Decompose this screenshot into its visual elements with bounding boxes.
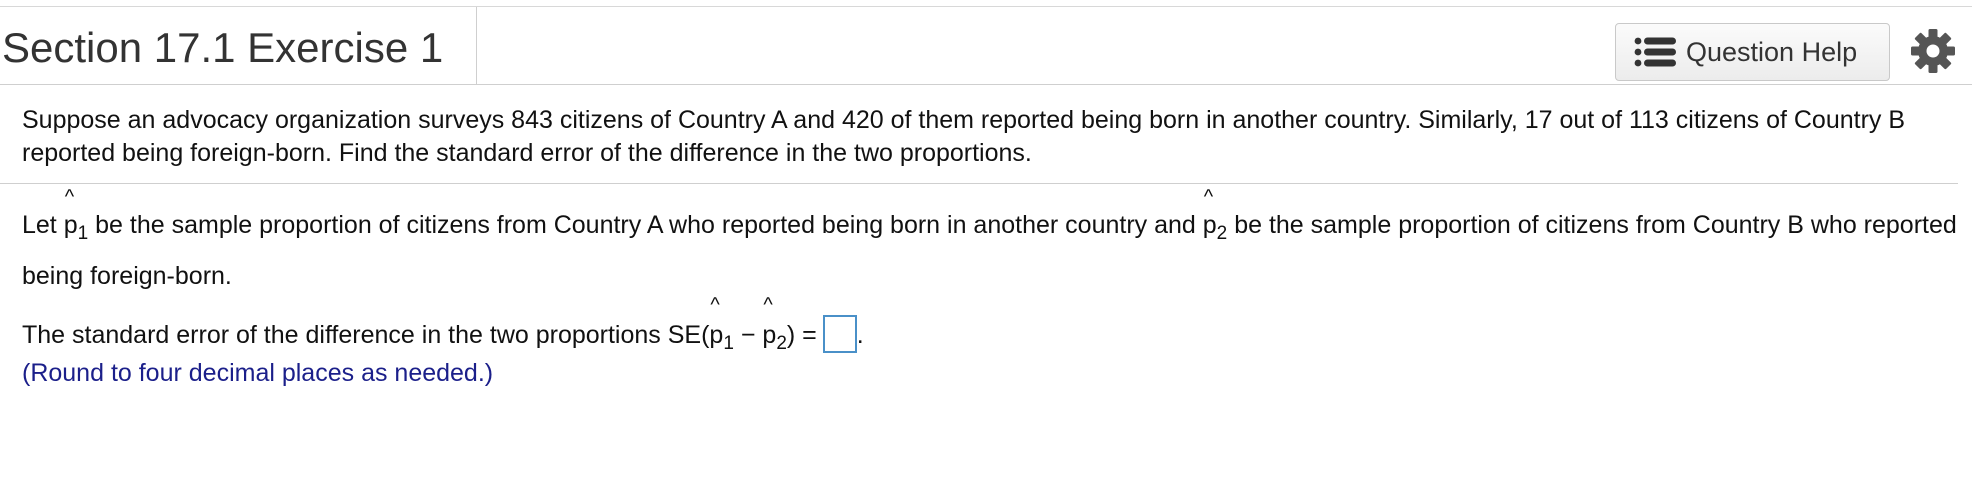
let-word: Let bbox=[22, 211, 57, 239]
minus-sign: − bbox=[740, 321, 756, 349]
p-hat-2-symbol: ^ p2 bbox=[1202, 186, 1228, 244]
question-help-label: Question Help bbox=[1686, 36, 1858, 67]
title-separator bbox=[476, 7, 477, 84]
exercise-header: Section 17.1 Exercise 1 Question Help bbox=[0, 7, 1972, 84]
p-hat-1-in-formula: ^ p1 bbox=[709, 294, 734, 354]
page-title: Section 17.1 Exercise 1 bbox=[2, 24, 444, 71]
answer-input[interactable] bbox=[822, 315, 857, 353]
definition-text: Let ^ p1 be the sample proportion of citi… bbox=[22, 186, 1962, 298]
header-divider bbox=[0, 84, 1972, 85]
question-period: . bbox=[856, 321, 864, 349]
problem-statement: Suppose an advocacy organization surveys… bbox=[22, 106, 1906, 167]
p-hat-1-symbol: ^ p1 bbox=[63, 186, 89, 244]
question-help-button[interactable]: Question Help bbox=[1615, 23, 1890, 81]
question-suffix: ) = bbox=[786, 321, 817, 349]
rounding-hint: (Round to four decimal places as needed.… bbox=[22, 359, 494, 387]
question-prefix: The standard error of the difference in … bbox=[22, 321, 710, 349]
p-hat-2-in-formula: ^ p2 bbox=[762, 294, 787, 354]
list-icon bbox=[1634, 37, 1676, 67]
definition-part1: be the sample proportion of citizens fro… bbox=[95, 211, 1196, 239]
section-divider bbox=[0, 183, 1958, 184]
gear-icon[interactable] bbox=[1909, 27, 1957, 75]
